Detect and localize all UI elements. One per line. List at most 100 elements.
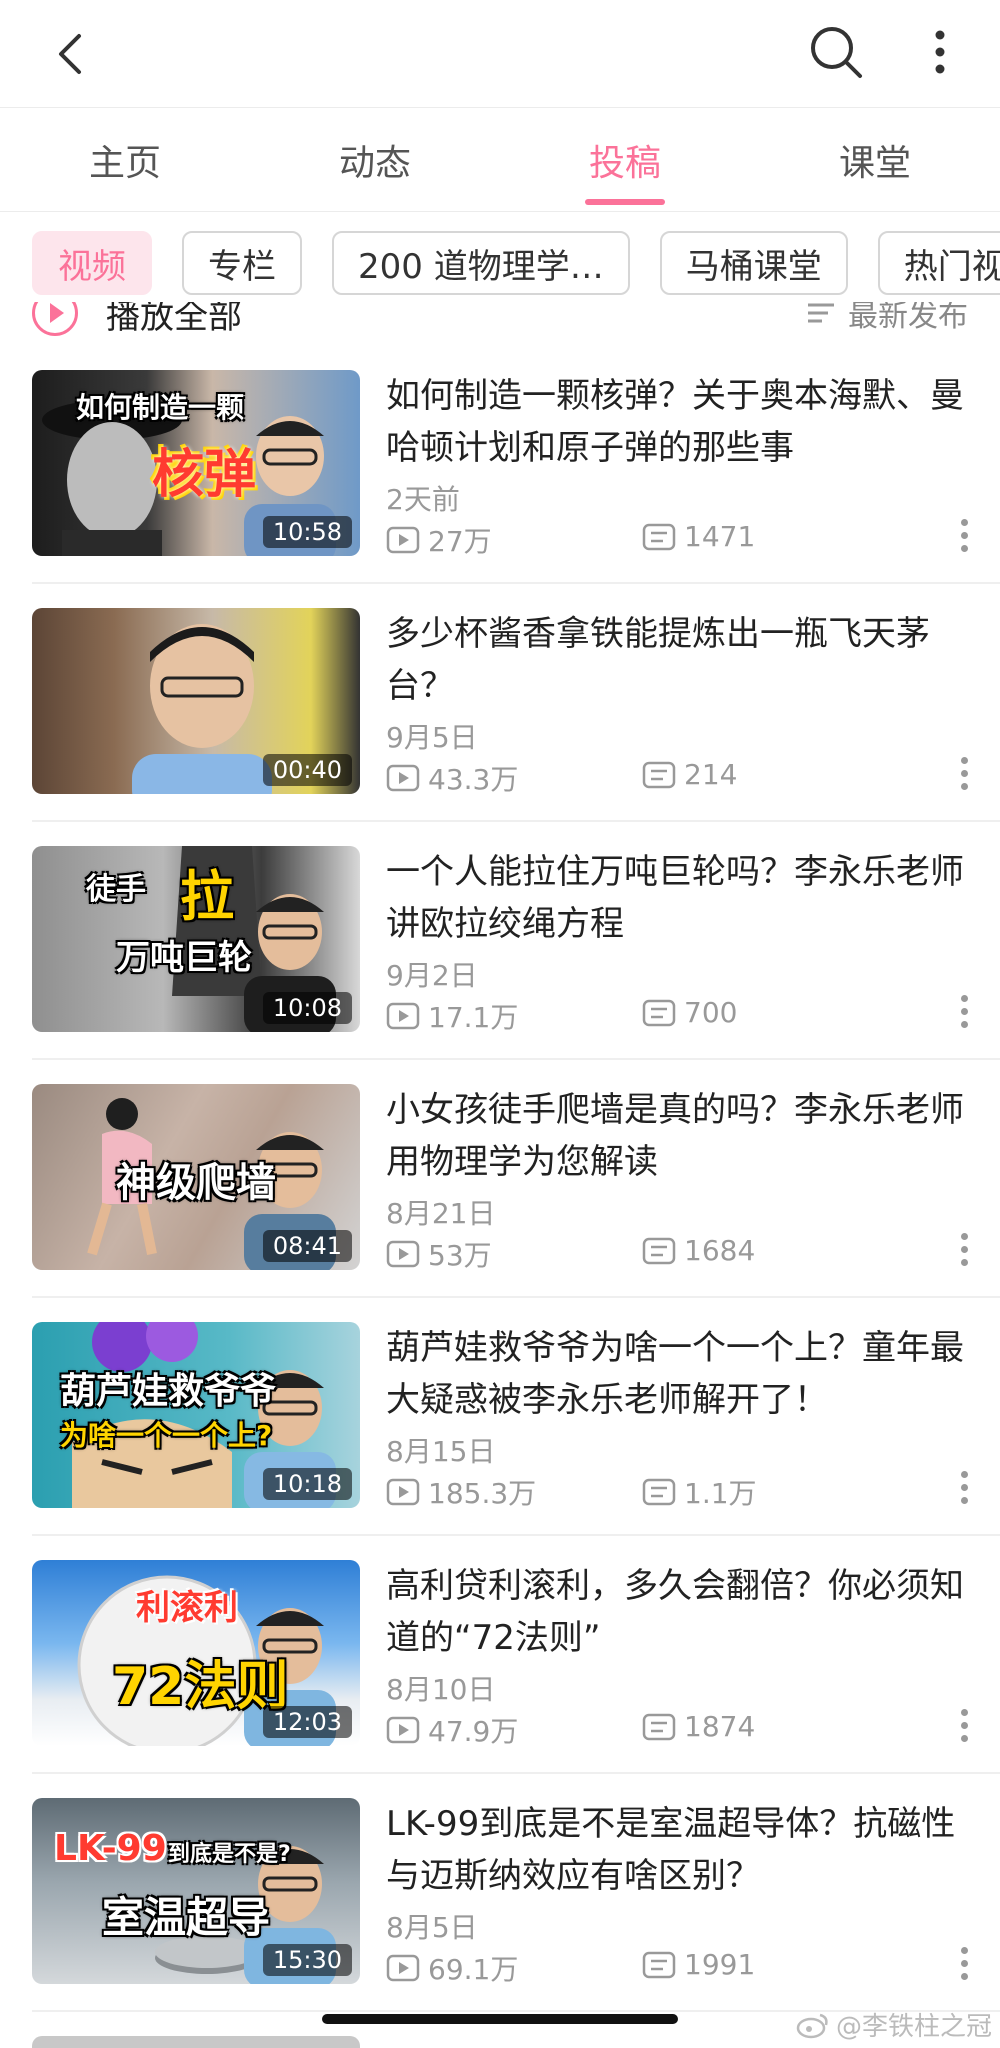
video-thumbnail: 00:40 bbox=[32, 608, 360, 794]
video-title[interactable]: 高利贷利滚利，多久会翻倍？你必须知道的“72法则” bbox=[386, 1560, 976, 1664]
video-title[interactable]: 多少杯酱香拿铁能提炼出一瓶飞天茅台？ bbox=[386, 608, 976, 712]
danmaku-count: 1684 bbox=[642, 1234, 755, 1267]
video-title[interactable]: 小女孩徒手爬墙是真的吗？李永乐老师用物理学为您解读 bbox=[386, 1084, 976, 1188]
video-date: 9月5日 bbox=[386, 721, 478, 754]
video-item[interactable]: 利滚利 72法则 12:03 高利贷利滚利，多久会翻倍？你必须知道的“72法则”… bbox=[32, 1536, 1000, 1774]
video-title[interactable]: 如何制造一颗核弹？关于奥本海默、曼哈顿计划和原子弹的那些事 bbox=[386, 370, 976, 474]
danmaku-count: 1991 bbox=[642, 1948, 755, 1981]
thumbnail-caption-highlight: LK-99 bbox=[54, 1828, 167, 1869]
search-button[interactable] bbox=[804, 20, 868, 84]
thumbnail-caption: 万吨巨轮 bbox=[116, 938, 252, 978]
tab-classroom[interactable]: 课堂 bbox=[750, 108, 1000, 211]
video-item[interactable]: 神级爬墙 08:41 小女孩徒手爬墙是真的吗？李永乐老师用物理学为您解读 8月2… bbox=[32, 1060, 1000, 1298]
watermark-text: @李铁柱之冠 bbox=[835, 2012, 992, 2042]
video-list: 如何制造一颗 核弹 10:58 如何制造一颗核弹？关于奥本海默、曼哈顿计划和原子… bbox=[0, 346, 1000, 2012]
danmaku-count: 700 bbox=[642, 996, 737, 1029]
play-all-label[interactable]: 播放全部 bbox=[106, 302, 242, 338]
video-stats: 47.9万 1874 bbox=[386, 1710, 966, 1750]
danmaku-count: 1.1万 bbox=[642, 1472, 757, 1512]
danmaku-count: 214 bbox=[642, 758, 737, 791]
video-date: 8月5日 bbox=[386, 1911, 478, 1944]
video-thumbnail: 如何制造一颗 核弹 10:58 bbox=[32, 370, 360, 556]
play-count: 69.1万 bbox=[386, 1948, 518, 1988]
video-date: 9月2日 bbox=[386, 959, 478, 992]
play-count-value: 43.3万 bbox=[428, 763, 519, 796]
chip-videos[interactable]: 视频 bbox=[32, 231, 152, 295]
play-count: 47.9万 bbox=[386, 1710, 518, 1750]
chip-articles[interactable]: 专栏 bbox=[182, 231, 302, 295]
danmaku-icon bbox=[642, 1951, 676, 1978]
play-count-value: 53万 bbox=[428, 1239, 492, 1272]
thumbnail-caption: 到底是不是? bbox=[168, 1842, 291, 1867]
video-item[interactable]: 00:40 多少杯酱香拿铁能提炼出一瓶飞天茅台？ 9月5日 43.3万 214 bbox=[32, 584, 1000, 822]
danmaku-count-value: 1471 bbox=[684, 520, 756, 553]
top-bar bbox=[0, 0, 1000, 108]
tab-home[interactable]: 主页 bbox=[0, 108, 250, 211]
video-stats: 27万 1471 bbox=[386, 520, 966, 560]
video-more-button[interactable] bbox=[952, 986, 976, 1036]
presenter-icon bbox=[132, 624, 272, 794]
video-thumbnail: 葫芦娃救爷爷 为啥一个一个上? 10:18 bbox=[32, 1322, 360, 1508]
watermark: @李铁柱之冠 bbox=[796, 2006, 992, 2043]
video-item[interactable]: 葫芦娃救爷爷 为啥一个一个上? 10:18 葫芦娃救爷爷为啥一个一个上？童年最大… bbox=[32, 1298, 1000, 1536]
tab-uploads[interactable]: 投稿 bbox=[500, 108, 750, 211]
sort-button[interactable]: 最新发布 bbox=[806, 302, 968, 335]
video-item[interactable]: 如何制造一颗 核弹 10:58 如何制造一颗核弹？关于奥本海默、曼哈顿计划和原子… bbox=[32, 346, 1000, 584]
chip-series-toilet-class[interactable]: 马桶课堂 bbox=[659, 231, 848, 295]
video-more-button[interactable] bbox=[952, 510, 976, 560]
thumbnail-caption: 室温超导 bbox=[102, 1893, 271, 1942]
tab-feed[interactable]: 动态 bbox=[250, 108, 500, 211]
danmaku-icon bbox=[642, 1478, 676, 1506]
danmaku-count-value: 1684 bbox=[684, 1234, 756, 1267]
video-duration: 08:41 bbox=[262, 1230, 352, 1262]
video-date: 8月15日 bbox=[386, 1435, 496, 1468]
chip-series-physics[interactable]: 200 道物理学… bbox=[332, 231, 630, 295]
video-more-button[interactable] bbox=[952, 1938, 976, 1988]
danmaku-count-value: 1.1万 bbox=[684, 1477, 757, 1510]
play-all-row: 播放全部 最新发布 bbox=[32, 302, 968, 342]
home-indicator[interactable] bbox=[322, 2014, 678, 2024]
video-item[interactable]: 徒手 拉 万吨巨轮 10:08 一个人能拉住万吨巨轮吗？李永乐老师讲欧拉绞绳方程… bbox=[32, 822, 1000, 1060]
video-more-button[interactable] bbox=[952, 748, 976, 798]
danmaku-count-value: 214 bbox=[684, 758, 738, 791]
more-options-button[interactable] bbox=[916, 20, 964, 84]
play-count: 27万 bbox=[386, 520, 492, 560]
danmaku-count: 1471 bbox=[642, 520, 755, 553]
profile-tabs: 主页 动态 投稿 课堂 bbox=[0, 108, 1000, 212]
play-all-icon[interactable] bbox=[32, 302, 78, 336]
video-duration: 12:03 bbox=[262, 1706, 352, 1738]
play-count: 17.1万 bbox=[386, 996, 518, 1036]
weibo-logo-icon bbox=[796, 2013, 828, 2038]
thumbnail-caption: 神级爬墙 bbox=[116, 1160, 276, 1206]
video-more-button[interactable] bbox=[952, 1462, 976, 1512]
thumbnail-caption: 如何制造一颗 bbox=[76, 391, 245, 424]
video-more-button[interactable] bbox=[952, 1224, 976, 1274]
play-count-value: 185.3万 bbox=[428, 1477, 537, 1510]
back-button[interactable] bbox=[40, 24, 100, 84]
chevron-left-icon bbox=[59, 34, 81, 74]
video-thumbnail: 利滚利 72法则 12:03 bbox=[32, 1560, 360, 1746]
video-date: 2天前 bbox=[386, 483, 460, 516]
play-count-icon bbox=[386, 1478, 420, 1506]
video-stats: 53万 1684 bbox=[386, 1234, 966, 1274]
danmaku-count: 1874 bbox=[642, 1710, 755, 1743]
danmaku-count-value: 700 bbox=[684, 996, 738, 1029]
video-date: 8月10日 bbox=[386, 1673, 496, 1706]
video-more-button[interactable] bbox=[952, 1700, 976, 1750]
video-duration: 10:08 bbox=[262, 992, 352, 1024]
video-title[interactable]: 葫芦娃救爷爷为啥一个一个上？童年最大疑惑被李永乐老师解开了！ bbox=[386, 1322, 976, 1426]
sort-label: 最新发布 bbox=[848, 302, 968, 334]
more-vertical-icon bbox=[935, 30, 945, 74]
video-date: 8月21日 bbox=[386, 1197, 496, 1230]
video-duration: 15:30 bbox=[262, 1944, 352, 1976]
play-count-value: 27万 bbox=[428, 525, 492, 558]
video-title[interactable]: 一个人能拉住万吨巨轮吗？李永乐老师讲欧拉绞绳方程 bbox=[386, 846, 976, 950]
chip-hot[interactable]: 热门视 bbox=[877, 231, 1000, 295]
video-title[interactable]: LK-99到底是不是室温超导体？抗磁性与迈斯纳效应有啥区别？ bbox=[386, 1798, 976, 1902]
danmaku-icon bbox=[642, 1713, 676, 1740]
thumbnail-caption: 葫芦娃救爷爷 bbox=[60, 1371, 277, 1412]
play-count-icon bbox=[386, 764, 420, 792]
video-stats: 17.1万 700 bbox=[386, 996, 966, 1036]
video-stats: 69.1万 1991 bbox=[386, 1948, 966, 1988]
video-item[interactable]: LK-99 到底是不是? 室温超导 15:30 LK-99到底是不是室温超导体？… bbox=[32, 1774, 1000, 2012]
